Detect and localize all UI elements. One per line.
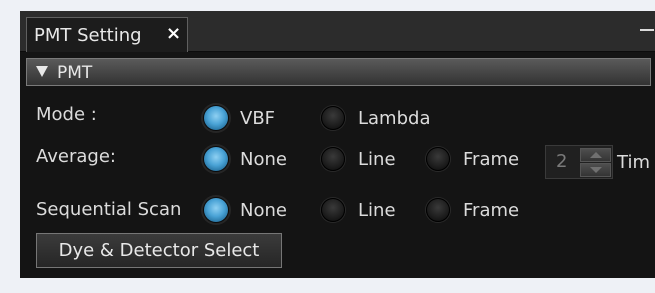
section-title: PMT [57,63,93,83]
average-frame-radio[interactable] [426,147,450,171]
average-count-stepper[interactable]: 2 [545,145,613,179]
sequential-scan-label: Sequential Scan [36,199,182,220]
spin-up-button[interactable] [580,148,611,162]
average-frame-label[interactable]: Frame [463,149,519,171]
average-none-radio[interactable] [204,147,228,171]
spin-down-button[interactable] [580,163,611,177]
arrow-up-icon [590,152,602,158]
mode-lambda-radio[interactable] [321,106,345,130]
sequential-frame-label[interactable]: Frame [463,200,519,222]
average-line-label[interactable]: Line [358,149,396,171]
dye-detector-select-button[interactable]: Dye & Detector Select [36,233,282,268]
sequential-line-label[interactable]: Line [358,200,396,222]
average-label: Average: [36,146,116,167]
average-none-label[interactable]: None [240,149,287,171]
mode-vbf-label[interactable]: VBF [240,108,275,130]
mode-label: Mode : [36,104,97,125]
tab-bar: PMT Setting × [20,11,655,52]
average-count-value[interactable]: 2 [556,151,567,173]
tab-title: PMT Setting [34,25,142,46]
mode-vbf-radio[interactable] [204,106,228,130]
minimize-icon[interactable] [640,29,654,31]
close-icon[interactable]: × [166,24,181,44]
collapse-arrow-icon[interactable] [36,66,48,77]
sequential-frame-radio[interactable] [426,198,450,222]
pmt-section-header[interactable]: PMT [26,58,651,86]
sequential-none-radio[interactable] [204,198,228,222]
tab-pmt-setting[interactable]: PMT Setting × [26,17,188,52]
sequential-none-label[interactable]: None [240,200,287,222]
arrow-down-icon [590,167,602,173]
average-count-unit: Tim [617,152,650,173]
sequential-line-radio[interactable] [321,198,345,222]
pmt-setting-panel: PMT Setting × PMT Mode : VBF Lambda Aver… [20,11,655,278]
average-line-radio[interactable] [321,147,345,171]
mode-lambda-label[interactable]: Lambda [358,108,430,130]
